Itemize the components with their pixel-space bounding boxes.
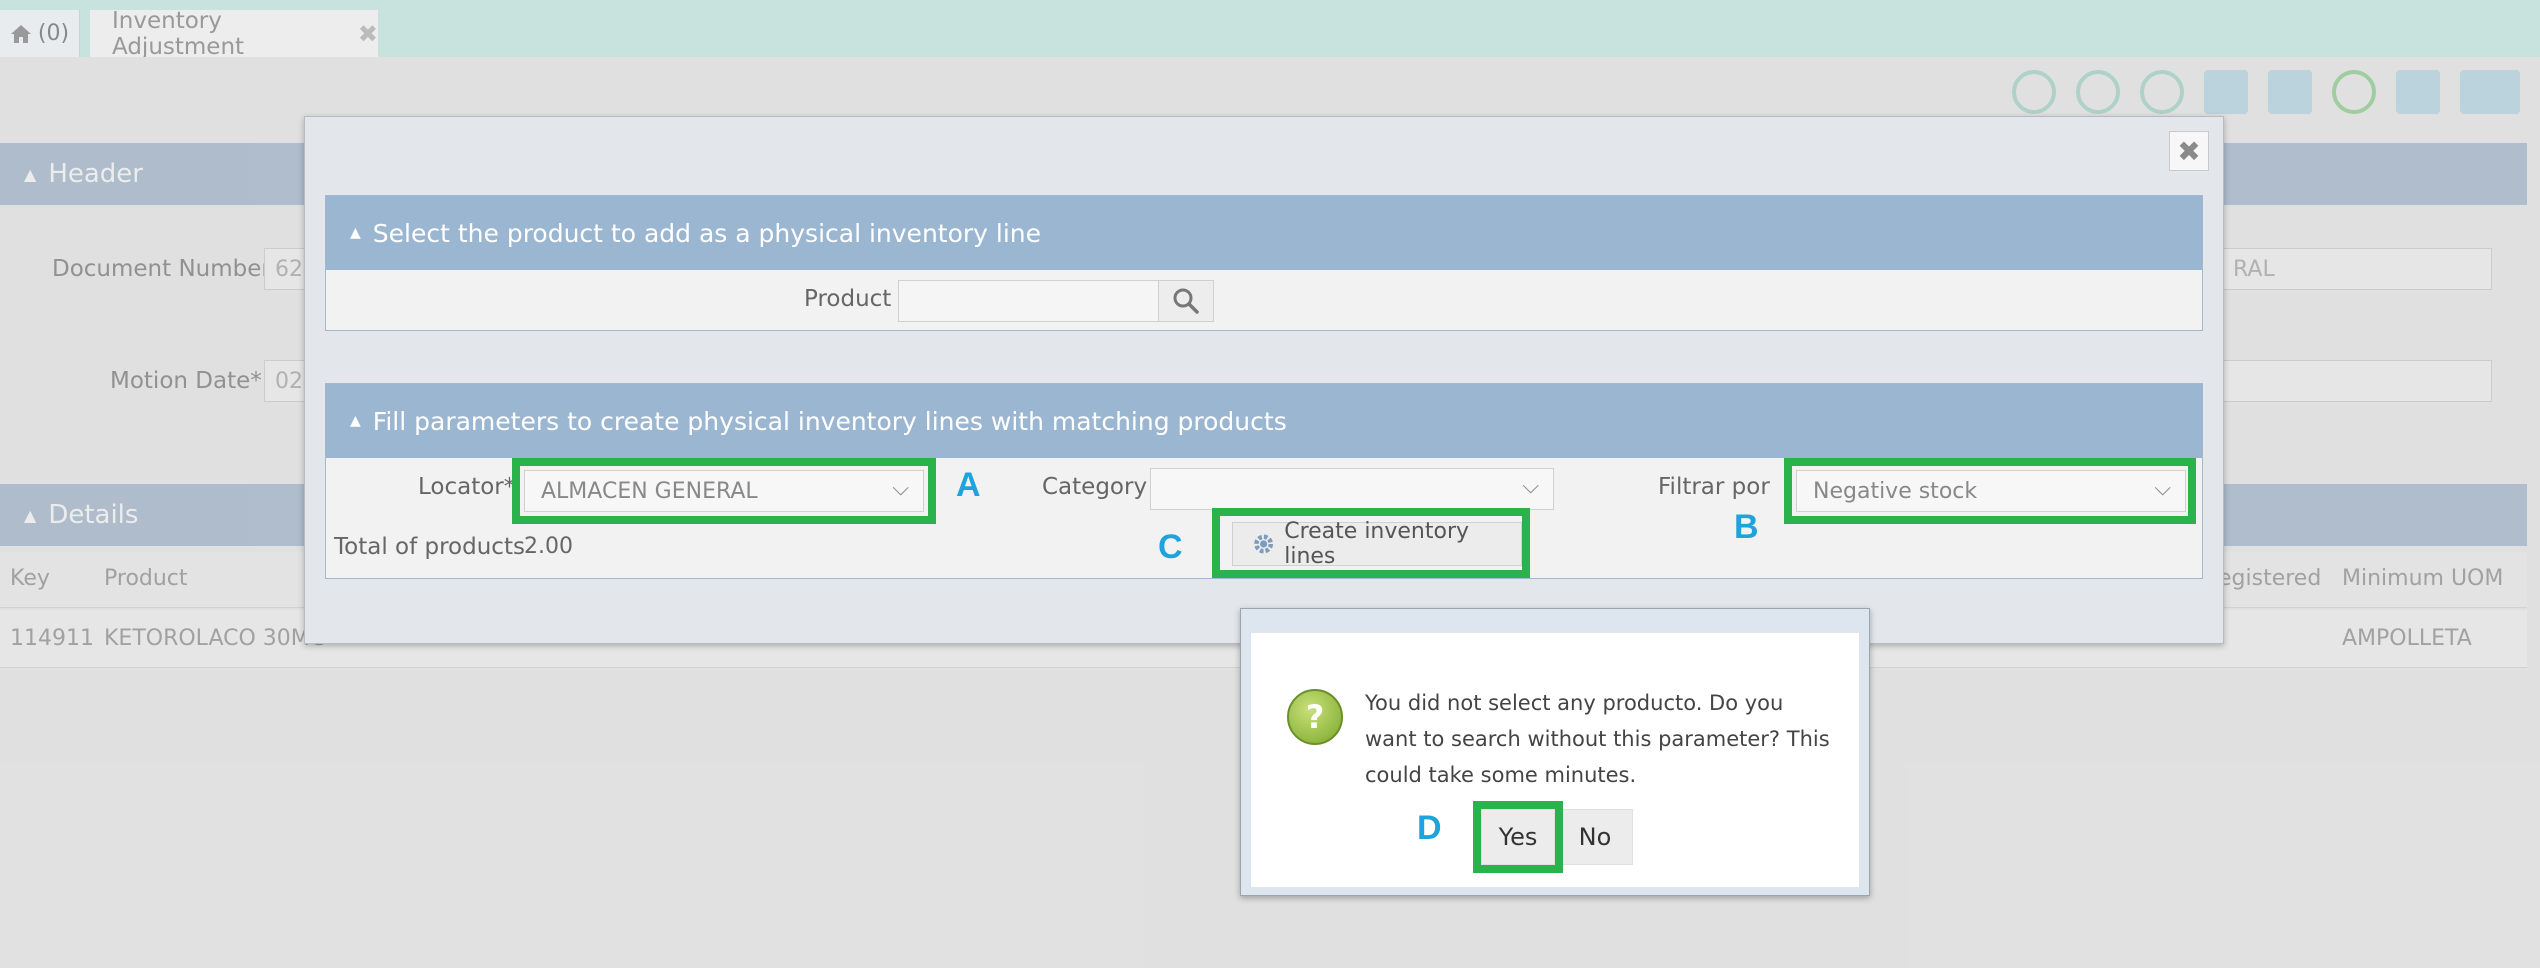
close-icon[interactable]: ✖ — [2169, 131, 2209, 171]
annotation-d: D — [1417, 809, 1442, 847]
section-title: Fill parameters to create physical inven… — [372, 406, 1287, 436]
tab-home[interactable]: (0) — [0, 10, 80, 57]
filter-label: Filtrar por — [1658, 474, 1770, 500]
tab-bar: (0) Inventory Adjustment ✖ — [0, 0, 2540, 60]
close-icon[interactable]: ✖ — [358, 20, 378, 48]
highlight-box-c — [1212, 508, 1530, 578]
home-icon — [10, 24, 31, 43]
confirm-dialog-body: ? You did not select any producto. Do yo… — [1251, 633, 1859, 887]
section-header[interactable]: ▲ Select the product to add as a physica… — [326, 196, 2202, 270]
locator-label: Locator* — [418, 474, 516, 500]
section-header[interactable]: ▲ Fill parameters to create physical inv… — [326, 384, 2202, 458]
collapse-icon: ▲ — [350, 413, 361, 429]
annotation-b: B — [1734, 508, 1759, 546]
chevron-down-icon: ⌵ — [1522, 474, 1539, 499]
tab-label: Inventory Adjustment — [112, 7, 245, 60]
tab-home-label: (0) — [37, 21, 70, 46]
total-products-value: 2.00 — [524, 534, 573, 559]
fill-parameters-section: ▲ Fill parameters to create physical inv… — [325, 383, 2203, 579]
highlight-box-d — [1473, 801, 1563, 873]
search-icon — [1173, 288, 1199, 314]
confirm-message: You did not select any producto. Do you … — [1365, 691, 1830, 787]
section-title: Select the product to add as a physical … — [372, 218, 1042, 248]
annotation-a: A — [956, 466, 981, 504]
product-label: Product — [804, 286, 892, 312]
annotation-c: C — [1158, 528, 1183, 566]
confirm-dialog: ? You did not select any producto. Do yo… — [1240, 608, 1870, 896]
total-products-label: Total of products — [334, 534, 525, 560]
add-inventory-lines-modal: ✖ ▲ Select the product to add as a physi… — [304, 116, 2224, 644]
product-input[interactable] — [898, 280, 1160, 322]
question-icon: ? — [1287, 689, 1343, 745]
category-label: Category — [1042, 474, 1148, 500]
product-search-button[interactable] — [1158, 280, 1214, 322]
tab-inventory-adjustment[interactable]: Inventory Adjustment ✖ — [90, 7, 378, 60]
highlight-box-b — [1784, 458, 2196, 524]
category-select[interactable]: ⌵ — [1150, 468, 1554, 510]
highlight-box-a — [512, 458, 936, 524]
no-button[interactable]: No — [1557, 809, 1633, 865]
select-product-section: ▲ Select the product to add as a physica… — [325, 195, 2203, 331]
collapse-icon: ▲ — [350, 225, 361, 241]
